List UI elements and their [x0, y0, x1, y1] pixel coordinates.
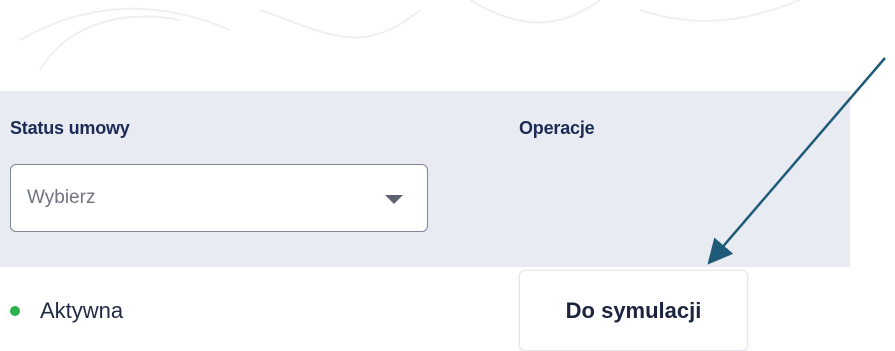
status-filter-select[interactable]: Wybierz [10, 164, 428, 232]
status-label: Aktywna [40, 298, 124, 323]
chevron-down-icon [385, 195, 403, 204]
status-filter-placeholder: Wybierz [27, 187, 96, 208]
status-column-header: Status umowy [10, 118, 130, 138]
status-dot-icon [10, 306, 20, 316]
operations-column-header: Operacje [519, 118, 595, 138]
contract-status: Aktywna [10, 298, 123, 324]
to-simulation-button[interactable]: Do symulacji [519, 270, 748, 351]
